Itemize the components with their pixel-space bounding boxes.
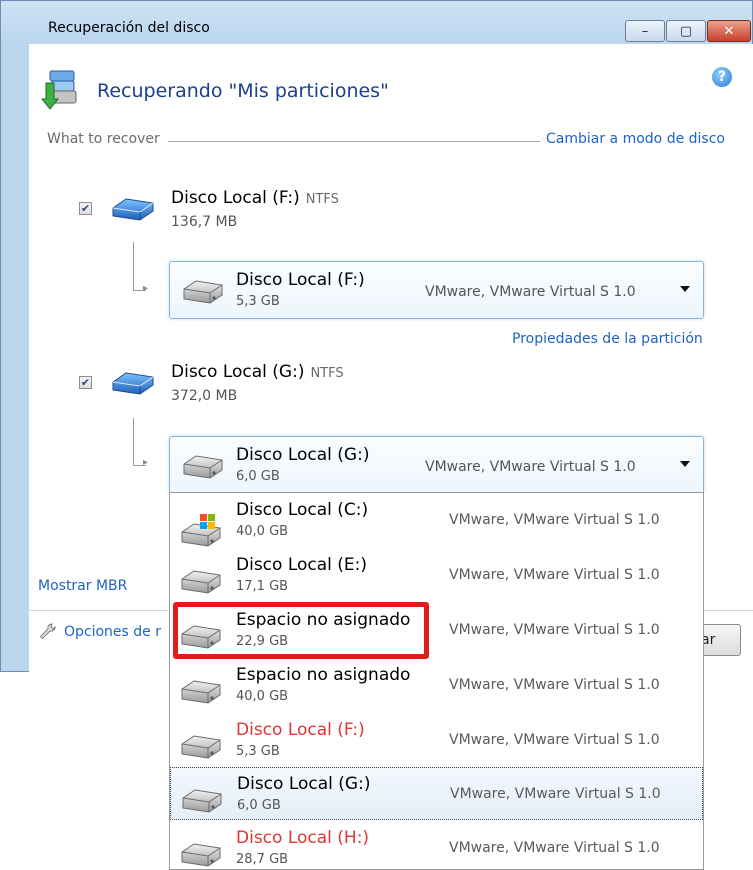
item-device: VMware, VMware Virtual S 1.0	[449, 840, 660, 856]
hard-drive-icon	[178, 734, 224, 760]
partition-icon	[110, 370, 156, 396]
item-size: 6,0 GB	[237, 798, 281, 813]
hard-drive-icon	[178, 569, 224, 595]
recovery-options-label: Opciones de r	[64, 624, 161, 640]
list-item[interactable]: Disco Local (F:) 5,3 GB VMware, VMware V…	[170, 714, 703, 767]
item-size: 40,0 GB	[236, 689, 289, 704]
target-partition-dropdown-g[interactable]: Disco Local (G:) 6,0 GB VMware, VMware V…	[169, 436, 704, 494]
title-bar[interactable]: Recuperación del disco – ▢ ✕	[1, 1, 753, 45]
maximize-button[interactable]: ▢	[666, 20, 706, 42]
item-size: 40,0 GB	[236, 524, 289, 539]
target-device: VMware, VMware Virtual S 1.0	[425, 284, 636, 300]
target-size: 5,3 GB	[236, 294, 280, 309]
chevron-down-icon[interactable]	[680, 286, 690, 292]
window-title: Recuperación del disco	[48, 20, 210, 36]
partition-checkbox-f[interactable]: ✔	[79, 202, 92, 215]
partition-size: 136,7 MB	[171, 214, 238, 230]
item-device: VMware, VMware Virtual S 1.0	[449, 732, 660, 748]
switch-to-disk-mode-link[interactable]: Cambiar a modo de disco	[546, 131, 725, 147]
item-size: 5,3 GB	[236, 744, 280, 759]
target-partition-dropdown-f[interactable]: Disco Local (F:) 5,3 GB VMware, VMware V…	[169, 261, 704, 319]
chevron-down-icon[interactable]	[680, 461, 690, 467]
page-title: Recuperando "Mis particiones"	[97, 80, 389, 102]
item-device: VMware, VMware Virtual S 1.0	[449, 677, 660, 693]
connector-arrow-icon: ▸	[143, 457, 149, 468]
partition-name-text: Disco Local (G:)	[171, 362, 305, 382]
section-divider	[168, 141, 540, 142]
hard-drive-icon	[180, 454, 226, 480]
list-item[interactable]: Disco Local (E:) 17,1 GB VMware, VMware …	[170, 549, 703, 602]
connector-arrow-icon: ▸	[143, 283, 149, 294]
hard-drive-icon	[180, 279, 226, 305]
check-icon: ✔	[80, 376, 91, 389]
partition-name-text: Disco Local (F:)	[171, 188, 300, 208]
item-name: Disco Local (G:)	[237, 774, 371, 794]
list-item[interactable]: Disco Local (H:) 28,7 GB VMware, VMware …	[170, 822, 703, 869]
list-item[interactable]: Espacio no asignado 40,0 GB VMware, VMwa…	[170, 659, 703, 712]
recovery-options-link[interactable]: Opciones de r	[38, 622, 161, 642]
wrench-icon	[40, 623, 56, 639]
item-name: Disco Local (H:)	[236, 828, 370, 848]
partition-name: Disco Local (G:) NTFS	[171, 362, 344, 382]
partition-dropdown-list: Disco Local (C:) 40,0 GB VMware, VMware …	[169, 492, 704, 870]
item-device: VMware, VMware Virtual S 1.0	[450, 786, 661, 802]
partition-icon	[110, 196, 156, 222]
item-size: 17,1 GB	[236, 579, 289, 594]
item-device: VMware, VMware Virtual S 1.0	[449, 512, 660, 528]
item-device: VMware, VMware Virtual S 1.0	[449, 622, 660, 638]
item-name: Disco Local (E:)	[236, 555, 368, 575]
item-name: Espacio no asignado	[236, 665, 411, 685]
item-name: Disco Local (C:)	[236, 500, 369, 520]
show-mbr-link[interactable]: Mostrar MBR	[38, 578, 127, 594]
partition-properties-link[interactable]: Propiedades de la partición	[512, 331, 703, 347]
item-name: Disco Local (F:)	[236, 720, 365, 740]
hard-drive-icon	[178, 842, 224, 868]
partition-size: 372,0 MB	[171, 388, 238, 404]
hard-drive-icon	[178, 679, 224, 705]
section-label: What to recover	[47, 131, 160, 147]
item-size: 28,7 GB	[236, 852, 289, 867]
close-button[interactable]: ✕	[707, 20, 751, 42]
windows-drive-icon	[181, 514, 221, 547]
hard-drive-icon	[179, 788, 225, 814]
target-device: VMware, VMware Virtual S 1.0	[425, 459, 636, 475]
minimize-button[interactable]: –	[625, 20, 665, 42]
disk-recovery-icon	[40, 67, 84, 115]
filesystem-label: NTFS	[305, 192, 339, 207]
list-item[interactable]: Disco Local (C:) 40,0 GB VMware, VMware …	[170, 494, 703, 547]
target-name: Disco Local (F:)	[236, 270, 365, 290]
partition-name: Disco Local (F:) NTFS	[171, 188, 339, 208]
target-name: Disco Local (G:)	[236, 445, 370, 465]
partition-checkbox-g[interactable]: ✔	[79, 376, 92, 389]
target-size: 6,0 GB	[236, 469, 280, 484]
list-item-selected[interactable]: Disco Local (G:) 6,0 GB VMware, VMware V…	[170, 767, 703, 820]
filesystem-label: NTFS	[310, 366, 344, 381]
annotation-highlight-box	[173, 602, 429, 659]
help-icon[interactable]: ?	[712, 67, 732, 87]
window-controls: – ▢ ✕	[625, 20, 752, 42]
item-device: VMware, VMware Virtual S 1.0	[449, 567, 660, 583]
check-icon: ✔	[80, 202, 91, 215]
